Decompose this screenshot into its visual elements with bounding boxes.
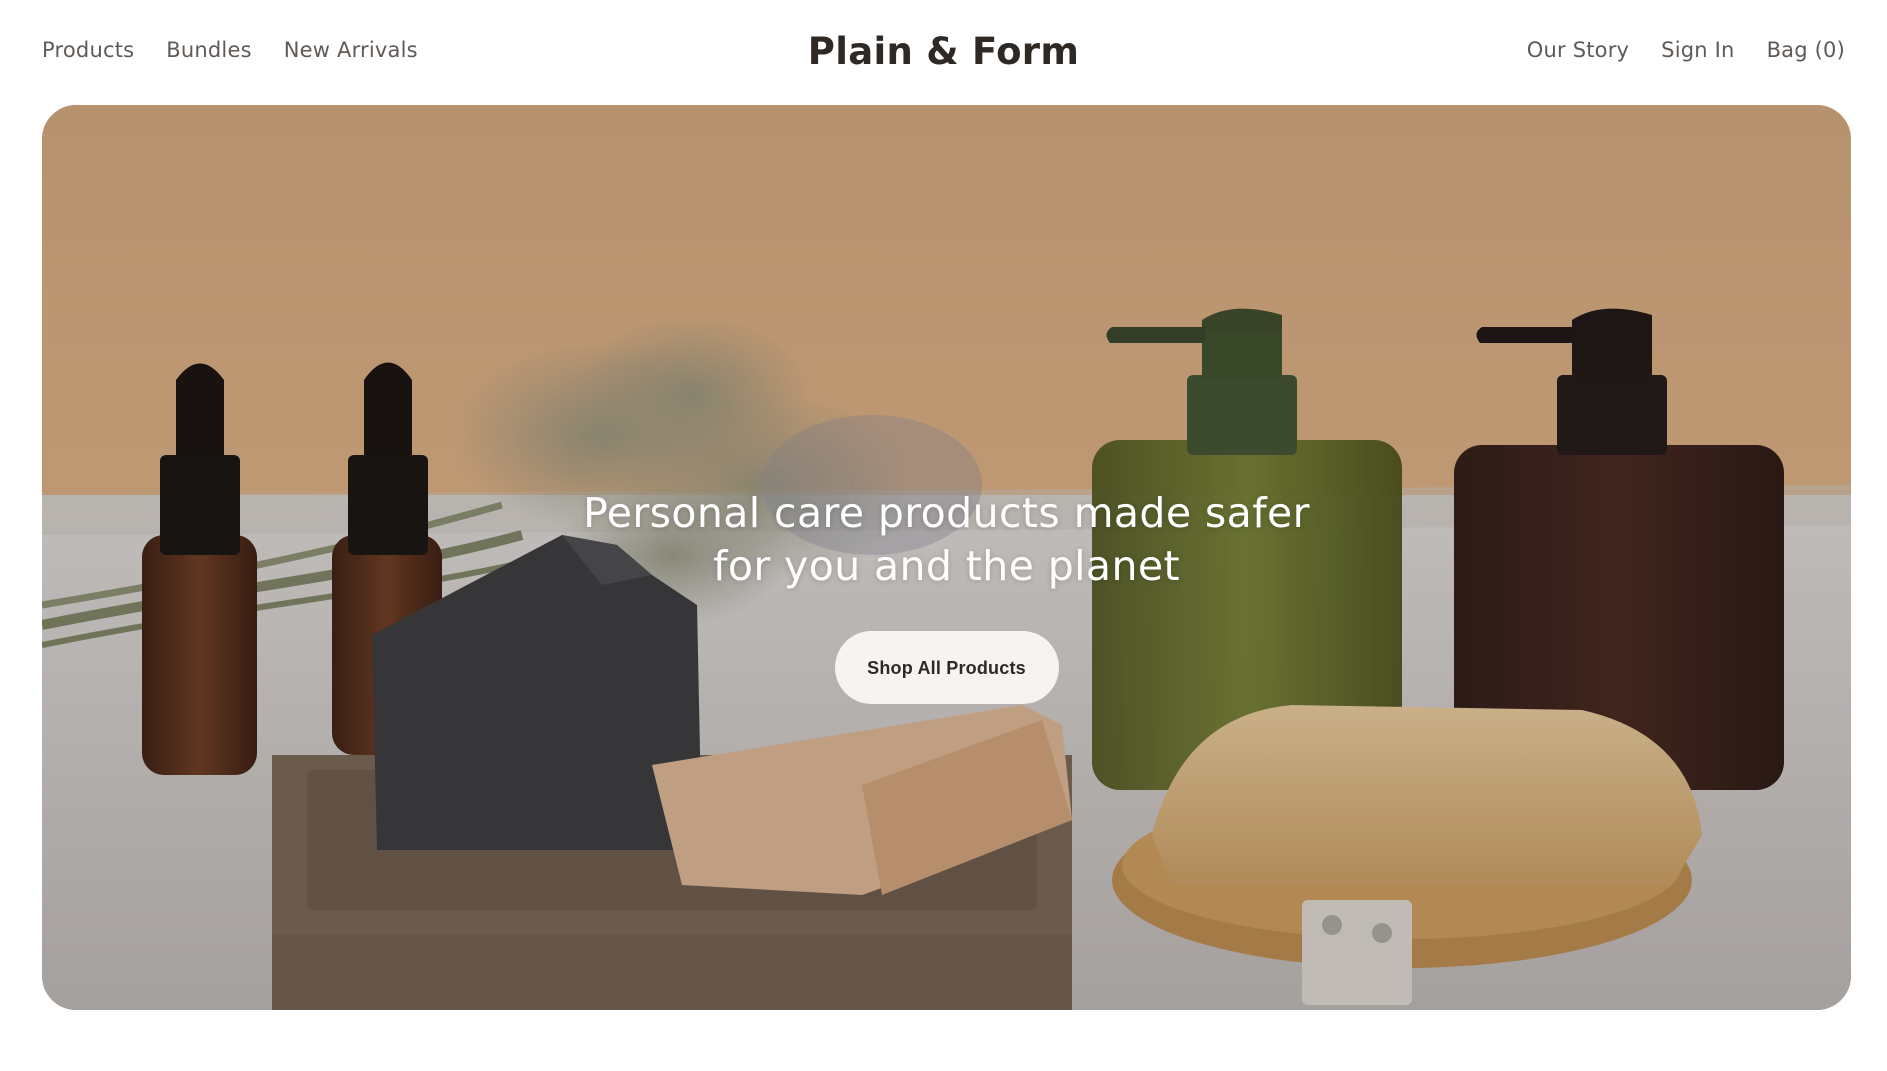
hero-banner: Personal care products made safer for yo… (42, 105, 1851, 1010)
nav-link-products[interactable]: Products (42, 38, 134, 62)
nav-link-our-story[interactable]: Our Story (1527, 38, 1629, 62)
hero-content: Personal care products made safer for yo… (42, 487, 1851, 704)
shop-all-products-button[interactable]: Shop All Products (834, 631, 1059, 704)
hero-headline: Personal care products made safer for yo… (497, 487, 1397, 593)
hero-headline-line-1: Personal care products made safer (583, 489, 1310, 537)
nav-link-sign-in[interactable]: Sign In (1661, 38, 1734, 62)
site-header: Products Bundles New Arrivals Plain & Fo… (42, 0, 1845, 106)
nav-link-bundles[interactable]: Bundles (166, 38, 251, 62)
hero-headline-line-2: for you and the planet (713, 542, 1180, 590)
nav-link-new-arrivals[interactable]: New Arrivals (284, 38, 418, 62)
nav-link-bag[interactable]: Bag (0) (1767, 38, 1845, 62)
primary-nav: Products Bundles New Arrivals (42, 38, 418, 62)
account-nav: Our Story Sign In Bag (0) (1527, 38, 1845, 62)
page: Products Bundles New Arrivals Plain & Fo… (0, 0, 1887, 1071)
brand-logo[interactable]: Plain & Form (808, 30, 1079, 73)
